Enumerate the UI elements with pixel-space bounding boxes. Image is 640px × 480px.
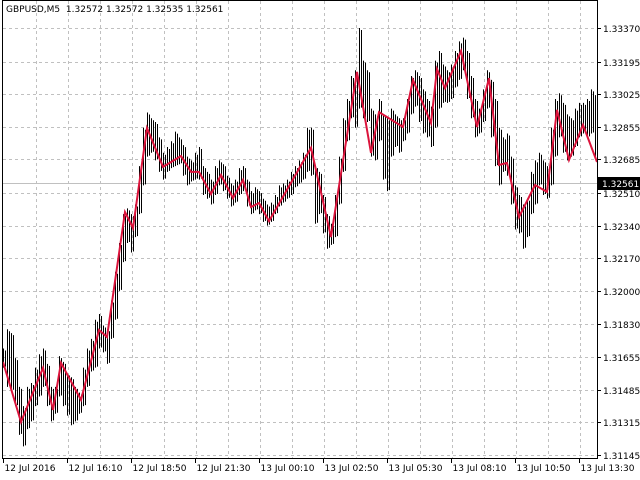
y-tick-label: 1.32855 (603, 124, 640, 134)
y-tick-label: 1.32000 (603, 288, 640, 298)
current-price-label: 1.32561 (598, 177, 640, 190)
x-tick-label: 13 Jul 13:30 (581, 464, 635, 474)
y-tick-label: 1.32170 (603, 255, 640, 265)
y-tick-label: 1.31485 (603, 387, 640, 397)
price-axis[interactable]: 1.33370 1.33195 1.33025 1.32855 1.32685 1.325… (597, 25, 640, 462)
close-price: 1.32561 (186, 5, 224, 15)
zigzag-line (2, 47, 598, 426)
x-tick-label: 12 Jul 21:30 (197, 464, 251, 474)
grid (3, 1, 597, 458)
plot-frame (2, 0, 598, 459)
y-tick-label: 1.32685 (603, 156, 640, 166)
y-tick-label: 1.31655 (603, 354, 640, 364)
y-tick-label: 1.31145 (603, 452, 640, 462)
time-axis[interactable]: 12 Jul 2016 12 Jul 16:10 12 Jul 18:50 12 Ju… (3, 458, 635, 474)
x-tick-label: 13 Jul 02:50 (325, 464, 379, 474)
price-chart[interactable]: 1.33370 1.33195 1.33025 1.32855 1.32685 1.325… (0, 0, 640, 480)
x-tick-label: 12 Jul 2016 (5, 464, 56, 474)
current-price-text: 1.32561 (602, 180, 639, 190)
y-tick-label: 1.33370 (603, 25, 640, 35)
y-tick-label: 1.31830 (603, 321, 640, 331)
x-tick-label: 13 Jul 08:10 (453, 464, 507, 474)
y-tick-label: 1.33195 (603, 59, 640, 69)
x-tick-label: 12 Jul 16:10 (69, 464, 123, 474)
high-price: 1.32572 (106, 5, 144, 15)
x-tick-label: 13 Jul 00:10 (261, 464, 315, 474)
y-tick-label: 1.33025 (603, 91, 640, 101)
x-tick-label: 13 Jul 10:50 (517, 464, 571, 474)
x-tick-label: 12 Jul 18:50 (133, 464, 187, 474)
ohlc-bars (3, 28, 598, 447)
open-price: 1.32572 (65, 5, 104, 15)
y-tick-label: 1.32340 (603, 223, 640, 233)
symbol-timeframe: GBPUSD,M5 (6, 5, 61, 15)
x-tick-label: 13 Jul 05:30 (389, 464, 443, 474)
y-tick-label: 1.32510 (603, 190, 640, 200)
chart-header: GBPUSD,M5 1.32572 1.32572 1.32535 1.3256… (6, 5, 223, 15)
low-price: 1.32535 (146, 5, 184, 15)
y-tick-label: 1.31315 (603, 419, 640, 429)
